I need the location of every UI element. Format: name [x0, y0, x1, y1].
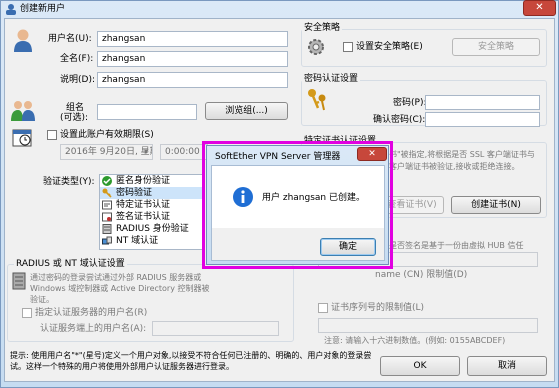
message-dialog: SoftEther VPN Server 管理器 ✕ 用户 zhangsan 已… [206, 145, 389, 265]
auth-item-cert[interactable]: 特定证书认证 [100, 199, 202, 211]
create-cert-button[interactable]: 创建证书(N) [451, 196, 541, 214]
calendar-icon [12, 127, 32, 147]
password-label: 密码(P): [393, 98, 427, 108]
cancel-button[interactable]: 取消 [467, 356, 547, 376]
security-policy-button[interactable]: 安全策略 [452, 38, 540, 56]
group-label-line2: (可选): [60, 113, 89, 123]
dialog-body: 用户 zhangsan 已创建。 确定 [211, 165, 385, 261]
password-input[interactable] [425, 95, 540, 110]
date-dropdown-icon[interactable]: ▾ [144, 146, 149, 158]
key-icon [102, 188, 112, 198]
specify-server-user-label: 指定认证服务器的用户名(R) [35, 308, 148, 318]
browse-group-button[interactable]: 浏览组(...) [205, 102, 288, 120]
keys-icon [306, 88, 328, 112]
cert-desc-line2: 客户端证书被验证,接收或拒绝连接。 [389, 162, 520, 171]
group-icon [10, 99, 36, 121]
username-input[interactable]: zhangsan [97, 31, 288, 47]
user-icon [12, 28, 34, 52]
server-icon [102, 224, 112, 234]
auth-item-radius[interactable]: RADIUS 身份验证 [100, 223, 202, 235]
serial-limit-checkbox[interactable] [318, 303, 328, 313]
auth-item-signed-cert[interactable]: 签名证书认证 [100, 211, 202, 223]
app-icon [5, 3, 17, 15]
serial-note: 注意: 请输入十六进制数值。(例如: 0155ABCDEF) [324, 336, 506, 345]
fullname-label: 全名(F): [60, 54, 94, 64]
serial-limit-label: 证书序列号的限制值(L) [331, 303, 425, 313]
gear-icon [306, 37, 326, 57]
hint-text: 提示: 使用用户名"*"(星号)定义一个用户对象,以接受不符合任何已注册的、明确… [10, 351, 372, 371]
radius-server-icon [12, 272, 26, 290]
dialog-ok-button[interactable]: 确定 [320, 238, 376, 256]
fullname-input[interactable]: zhangsan [97, 51, 288, 67]
radius-description: 通过密码的登录尝试通过外部 RADIUS 服务器或 Windows 域控制器或 … [30, 273, 210, 304]
auth-item-anonymous[interactable]: 匿名身份验证 [100, 175, 202, 187]
auth-item-password[interactable]: 密码验证 [100, 187, 202, 199]
auth-type-label: 验证类型(Y): [43, 177, 95, 187]
server-user-input[interactable] [152, 321, 279, 336]
dialog-close-button[interactable]: ✕ [357, 147, 387, 161]
server-user-label: 认证服务端上的用户名(A): [40, 324, 147, 334]
radius-group-title: RADIUS 或 NT 域认证设置 [14, 258, 127, 270]
specify-server-user-checkbox[interactable] [22, 308, 32, 318]
cn-limit-label: name (CN) 限制值(D) [375, 270, 468, 280]
username-label: 用户名(U): [48, 34, 92, 44]
serial-value-input[interactable] [318, 318, 538, 333]
expire-date-picker[interactable]: 2016年 9月20日, 星期 [60, 144, 153, 160]
check-icon [102, 176, 112, 186]
security-policy-title: 安全策略 [302, 22, 343, 34]
title-bar: 创建新用户 ✕ [0, 0, 559, 18]
expire-checkbox[interactable] [47, 130, 57, 140]
auth-type-list[interactable]: 匿名身份验证 密码验证 特定证书认证 签名证书认证 RADIUS 身份验证 NT… [99, 174, 203, 250]
auth-item-nt-domain[interactable]: NT 域认证 [100, 235, 202, 247]
close-window-button[interactable]: ✕ [523, 0, 556, 16]
security-policy-checkbox-label: 设置安全策略(E) [356, 42, 423, 52]
password-group-title: 密码认证设置 [302, 73, 361, 85]
expire-time-picker[interactable]: 0:00:00 [160, 144, 208, 160]
confirm-password-input[interactable] [425, 112, 540, 127]
ok-button[interactable]: OK [380, 356, 460, 376]
info-icon [232, 186, 254, 208]
confirm-password-label: 确认密码(C): [373, 115, 426, 125]
group-input[interactable] [97, 104, 197, 120]
certificate-icon [102, 200, 112, 210]
dialog-title: SoftEther VPN Server 管理器 [215, 152, 341, 162]
note-label: 说明(D): [60, 75, 95, 85]
window-title: 创建新用户 [20, 4, 66, 14]
signed-certificate-icon [102, 212, 112, 222]
domain-icon [102, 236, 112, 246]
dialog-message: 用户 zhangsan 已创建。 [262, 193, 365, 203]
note-input[interactable]: zhangsan [97, 72, 288, 88]
cert-desc-line1: 书"被指定,将根据是否 SSL 客户端证书与 [389, 150, 535, 159]
security-policy-checkbox[interactable] [343, 42, 353, 52]
signed-cert-desc: 是否签名是基于一份由虚拟 HUB 信任 [389, 241, 524, 250]
expire-label: 设置此账户有效期限(S) [60, 130, 154, 140]
